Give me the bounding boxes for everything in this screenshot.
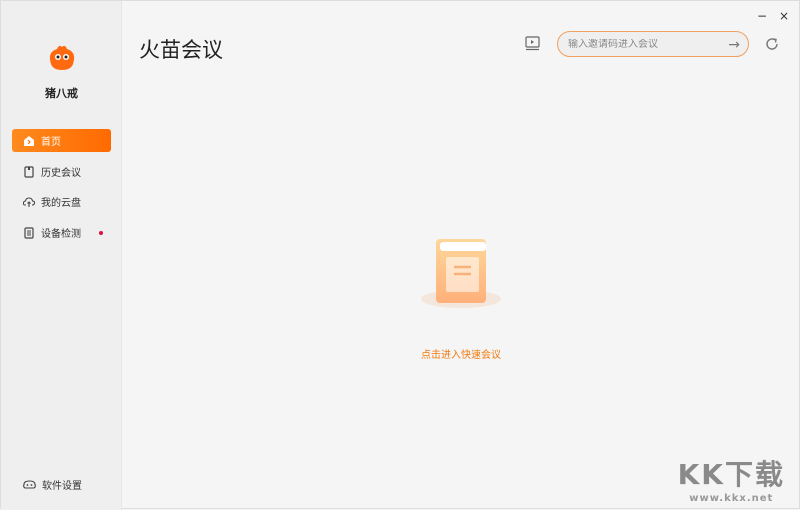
sidebar-item-cloud[interactable]: 我的云盘	[12, 190, 111, 213]
notification-badge	[99, 231, 103, 235]
watermark-title: KK下载	[677, 458, 785, 491]
software-settings-button[interactable]: 软件设置	[23, 477, 82, 492]
invite-code-input[interactable]	[568, 38, 718, 50]
close-button[interactable]: ×	[779, 9, 789, 23]
quick-meeting-book-icon[interactable]	[419, 237, 503, 309]
app-logo-icon	[49, 45, 75, 70]
settings-label: 软件设置	[42, 481, 82, 492]
invite-code-search: →	[557, 31, 749, 57]
sidebar-item-label: 设备检测	[41, 229, 81, 240]
cloud-upload-icon	[23, 196, 35, 207]
sidebar: 猪八戒 首页 历史会议 我的云盘 设备检测 软件设置	[1, 1, 122, 510]
sidebar-item-label: 首页	[41, 137, 61, 148]
sidebar-item-device-check[interactable]: 设备检测	[12, 221, 111, 244]
sidebar-item-home[interactable]: 首页	[12, 129, 111, 152]
screen-share-icon[interactable]	[525, 36, 540, 51]
user-name: 猪八戒	[45, 87, 78, 100]
history-icon	[24, 165, 34, 178]
home-icon	[24, 135, 34, 146]
page-title: 火苗会议	[139, 38, 223, 62]
sidebar-item-label: 历史会议	[41, 168, 81, 179]
watermark: KK下载 www.kkx.net	[678, 453, 785, 504]
arrow-right-icon[interactable]: →	[728, 37, 740, 53]
watermark-url: www.kkx.net	[689, 493, 774, 504]
minimize-button[interactable]: −	[757, 9, 767, 23]
sidebar-item-history[interactable]: 历史会议	[12, 160, 111, 183]
sidebar-item-label: 我的云盘	[41, 198, 81, 209]
refresh-icon[interactable]	[765, 37, 779, 51]
device-check-icon	[24, 226, 34, 239]
settings-icon	[23, 480, 36, 489]
quick-meeting-link[interactable]: 点击进入快速会议	[401, 346, 521, 361]
